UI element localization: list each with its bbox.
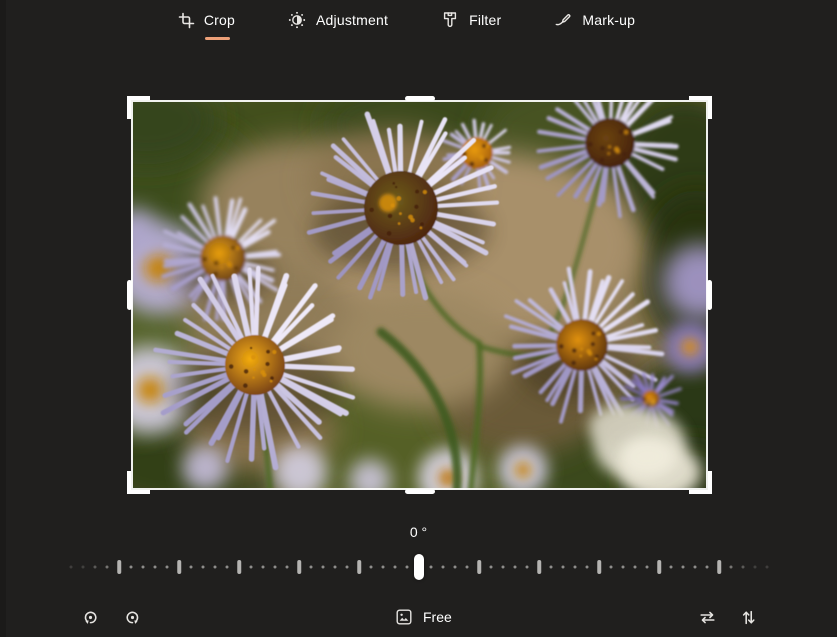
filter-icon — [440, 10, 460, 30]
slider-tick — [177, 560, 181, 574]
slider-tick — [94, 566, 97, 569]
photo-scene — [131, 100, 708, 490]
crop-handle-bottom-right[interactable] — [689, 471, 712, 494]
tab-crop[interactable]: Crop — [178, 5, 235, 35]
tab-label: Crop — [204, 12, 235, 28]
slider-tick — [646, 566, 649, 569]
slider-tick — [202, 566, 205, 569]
slider-tick — [382, 566, 385, 569]
slider-tick — [706, 566, 709, 569]
slider-tick — [310, 566, 313, 569]
slider-tick — [610, 566, 613, 569]
slider-tick — [82, 566, 85, 569]
slider-tick — [334, 566, 337, 569]
slider-tick — [430, 566, 433, 569]
tab-filter[interactable]: Filter — [440, 5, 501, 35]
slider-tick — [730, 566, 733, 569]
tab-label: Mark-up — [582, 12, 635, 28]
slider-tick — [574, 566, 577, 569]
slider-tick — [550, 566, 553, 569]
tab-label: Adjustment — [316, 12, 388, 28]
slider-tick — [297, 560, 301, 574]
slider-tick — [154, 566, 157, 569]
slider-tick — [190, 566, 193, 569]
slider-tick — [742, 566, 745, 569]
slider-tick — [717, 560, 721, 574]
tab-label: Filter — [469, 12, 501, 28]
selected-tab-underline — [205, 37, 230, 40]
slider-tick — [514, 566, 517, 569]
slider-tick — [466, 566, 469, 569]
crop-handle-top[interactable] — [405, 96, 435, 101]
slider-tick — [537, 560, 541, 574]
window-edge-shade — [0, 0, 6, 637]
adjustment-icon — [287, 10, 307, 30]
slider-tick — [117, 560, 121, 574]
slider-tick — [357, 560, 361, 574]
slider-thumb[interactable] — [414, 554, 424, 580]
slider-tick — [214, 566, 217, 569]
aspect-ratio-label: Free — [423, 609, 452, 625]
photo-crop-area[interactable] — [131, 100, 708, 490]
slider-tick — [274, 566, 277, 569]
crop-handle-top-right[interactable] — [689, 96, 712, 119]
rotation-slider[interactable] — [68, 552, 770, 582]
slider-tick — [322, 566, 325, 569]
slider-tick — [597, 560, 601, 574]
photo — [131, 100, 708, 490]
flip-horizontal-icon — [697, 607, 718, 628]
slider-tick — [286, 566, 289, 569]
slider-tick — [70, 566, 73, 569]
slider-tick — [442, 566, 445, 569]
slider-tick — [250, 566, 253, 569]
slider-tick — [634, 566, 637, 569]
slider-tick — [406, 566, 409, 569]
slider-tick — [586, 566, 589, 569]
rotation-value: 0 ° — [0, 524, 837, 540]
slider-tick — [262, 566, 265, 569]
slider-tick — [766, 566, 769, 569]
crop-handle-right[interactable] — [707, 280, 712, 310]
editor-tab-bar: Crop Adjustment — [0, 0, 837, 40]
slider-tick — [694, 566, 697, 569]
crop-handle-bottom-left[interactable] — [127, 471, 150, 494]
slider-tick — [370, 566, 373, 569]
tab-adjustment[interactable]: Adjustment — [287, 5, 388, 35]
slider-tick — [657, 560, 661, 574]
slider-tick — [226, 566, 229, 569]
rotate-left-button[interactable] — [74, 601, 106, 633]
aspect-ratio-button[interactable]: Free — [388, 601, 458, 633]
slider-tick — [142, 566, 145, 569]
flip-horizontal-button[interactable] — [691, 601, 723, 633]
slider-tick — [754, 566, 757, 569]
slider-tick — [106, 566, 109, 569]
flip-vertical-icon — [738, 607, 759, 628]
slider-tick — [346, 566, 349, 569]
photo-editor-window: Crop Adjustment — [0, 0, 837, 637]
aspect-ratio-icon — [394, 607, 414, 627]
crop-handle-bottom[interactable] — [405, 489, 435, 494]
slider-tick — [682, 566, 685, 569]
slider-tick — [454, 566, 457, 569]
crop-handle-top-left[interactable] — [127, 96, 150, 119]
rotate-right-icon — [122, 607, 143, 628]
tab-markup[interactable]: Mark-up — [553, 5, 635, 35]
flip-vertical-button[interactable] — [732, 601, 764, 633]
slider-tick — [237, 560, 241, 574]
crop-icon — [178, 12, 195, 29]
slider-tick — [622, 566, 625, 569]
markup-icon — [553, 10, 573, 30]
slider-tick — [670, 566, 673, 569]
slider-tick — [502, 566, 505, 569]
slider-tick — [394, 566, 397, 569]
rotate-right-button[interactable] — [116, 601, 148, 633]
slider-tick — [130, 566, 133, 569]
slider-tick — [477, 560, 481, 574]
slider-tick — [562, 566, 565, 569]
crop-handle-left[interactable] — [127, 280, 132, 310]
rotate-left-icon — [80, 607, 101, 628]
slider-tick — [490, 566, 493, 569]
slider-tick — [166, 566, 169, 569]
slider-tick — [526, 566, 529, 569]
